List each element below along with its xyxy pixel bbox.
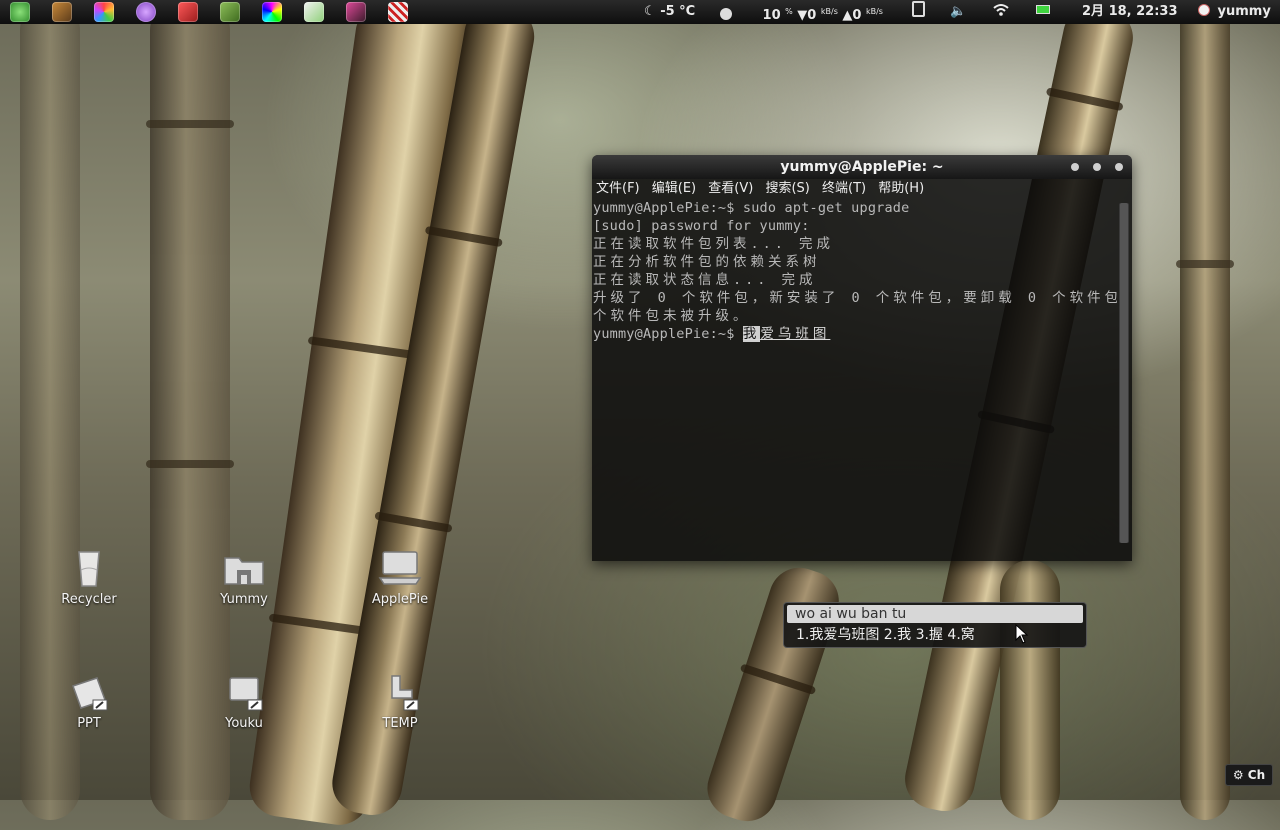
chat-icon[interactable]	[136, 2, 156, 22]
weather-indicator[interactable]: ☾ -5 °C	[644, 0, 695, 24]
terminal-titlebar[interactable]: yummy@ApplePie: ~	[592, 155, 1132, 179]
media-icon[interactable]	[346, 2, 366, 22]
terminal-window[interactable]: yummy@ApplePie: ~ 文件(F) 编辑(E) 查看(V) 搜索(S…	[592, 155, 1132, 561]
terminal-prompt: yummy@ApplePie:~$	[593, 326, 743, 342]
menu-view[interactable]: 查看(V)	[708, 181, 753, 196]
desktop-icon-label: PPT	[77, 716, 101, 731]
terminal-line: [sudo] password for yummy:	[593, 218, 810, 234]
desktop-icon-youku[interactable]: Youku	[199, 672, 289, 731]
user-menu[interactable]: yummy	[1198, 0, 1271, 24]
ime-pinyin-input[interactable]: wo ai wu ban tu	[787, 605, 1083, 623]
desktop-icon-recycler[interactable]: Recycler	[44, 548, 134, 607]
system-monitor-icon[interactable]	[220, 2, 240, 22]
net-up-value: 0	[852, 8, 862, 23]
menu-help[interactable]: 帮助(H)	[878, 181, 924, 196]
terminal-line: 正在读取状态信息... 完成	[593, 272, 817, 288]
upload-arrow-icon: ▲	[842, 8, 853, 23]
color-picker-icon[interactable]	[262, 2, 282, 22]
desktop-icon-label: Recycler	[61, 592, 117, 607]
clock[interactable]: 2月 18, 22:33	[1082, 0, 1178, 24]
terminal-line: 正在分析软件包的依赖关系树	[593, 254, 821, 270]
desktop-icon-label: Yummy	[220, 592, 268, 607]
ime-candidate-popup[interactable]: wo ai wu ban tu 1.我爱乌班图 2.我 3.握 4.窝	[783, 602, 1087, 648]
terminal-cursor: 我	[742, 326, 761, 342]
battery-icon[interactable]	[1036, 0, 1050, 24]
ime-preedit: 我爱乌班图	[742, 326, 831, 342]
menu-terminal[interactable]: 终端(T)	[822, 181, 866, 196]
deepin-icon[interactable]	[10, 2, 30, 22]
notes-icon[interactable]	[304, 2, 324, 22]
input-method-label: Ch	[1247, 768, 1266, 782]
gear-icon: ⚙	[1232, 768, 1244, 782]
input-method-button[interactable]: ⚙ Ch	[1225, 764, 1273, 786]
net-down-value: 0	[807, 8, 817, 23]
system-monitor-widget[interactable]: 10 % ▼0 kB/s ▲0 kB/s	[720, 0, 883, 24]
cpu-usage: 10	[762, 8, 781, 23]
desktop-icon-label: Youku	[225, 716, 263, 731]
trash-icon	[78, 551, 100, 587]
photos-icon[interactable]	[94, 2, 114, 22]
minimize-button[interactable]	[1071, 163, 1079, 171]
terminal-menubar: 文件(F) 编辑(E) 查看(V) 搜索(S) 终端(T) 帮助(H)	[592, 179, 1132, 199]
terminal-scrollbar[interactable]	[1119, 203, 1129, 543]
terminal-line: 正在读取软件包列表... 完成	[593, 236, 835, 252]
wifi-icon[interactable]	[993, 0, 1009, 24]
terminal-scroll-thumb[interactable]	[1120, 203, 1128, 543]
computer-icon	[378, 551, 422, 585]
temp-shortcut-icon	[391, 675, 419, 711]
terminal-prompt-line: yummy@ApplePie:~$ 我爱乌班图	[593, 325, 1117, 343]
moon-icon: ☾	[644, 4, 656, 19]
user-icon	[1198, 4, 1210, 16]
close-button[interactable]	[1115, 163, 1123, 171]
cpu-unit: %	[785, 7, 793, 16]
contacts-icon[interactable]	[52, 2, 72, 22]
home-folder-icon	[224, 557, 264, 585]
net-down-unit: kB/s	[820, 7, 838, 16]
cpu-icon	[720, 8, 732, 20]
desktop-icon-ppt[interactable]: PPT	[44, 672, 134, 731]
terminal-title: yummy@ApplePie: ~	[780, 159, 944, 175]
terminal-line: 个软件包未被升级。	[593, 308, 751, 324]
youku-shortcut-icon	[229, 677, 263, 711]
menu-edit[interactable]: 编辑(E)	[652, 181, 696, 196]
clipboard-icon[interactable]	[912, 0, 925, 24]
desktop-icon-label: ApplePie	[371, 592, 429, 607]
menu-file[interactable]: 文件(F)	[596, 181, 640, 196]
terminal-line: 升级了 0 个软件包，新安装了 0 个软件包，要卸载 0 个软件包，	[593, 290, 1117, 306]
desktop-icon-yummy[interactable]: Yummy	[199, 548, 289, 607]
terminal-line: yummy@ApplePie:~$ sudo apt-get upgrade	[593, 200, 910, 216]
music-icon[interactable]	[388, 2, 408, 22]
ppt-shortcut-icon	[72, 677, 108, 711]
net-up-unit: kB/s	[865, 7, 883, 16]
terminal-output[interactable]: yummy@ApplePie:~$ sudo apt-get upgrade […	[592, 199, 1117, 561]
user-name: yummy	[1217, 4, 1271, 19]
game-icon[interactable]	[178, 2, 198, 22]
ime-candidate-list[interactable]: 1.我爱乌班图 2.我 3.握 4.窝	[796, 626, 975, 644]
desktop-icon-applepie[interactable]: ApplePie	[355, 548, 445, 607]
menu-search[interactable]: 搜索(S)	[765, 181, 809, 196]
top-panel: ☾ -5 °C 10 % ▼0 kB/s ▲0 kB/s 🔈 2月 18, 22…	[0, 0, 1280, 24]
desktop-icon-label: TEMP	[382, 716, 418, 731]
ime-preedit-text: 爱乌班图	[760, 326, 831, 342]
desktop-icon-temp[interactable]: TEMP	[355, 672, 445, 731]
volume-icon[interactable]: 🔈	[950, 0, 966, 24]
maximize-button[interactable]	[1093, 163, 1101, 171]
download-arrow-icon: ▼	[797, 8, 808, 23]
mouse-pointer-icon	[1015, 624, 1029, 644]
weather-temperature: -5 °C	[660, 4, 696, 19]
